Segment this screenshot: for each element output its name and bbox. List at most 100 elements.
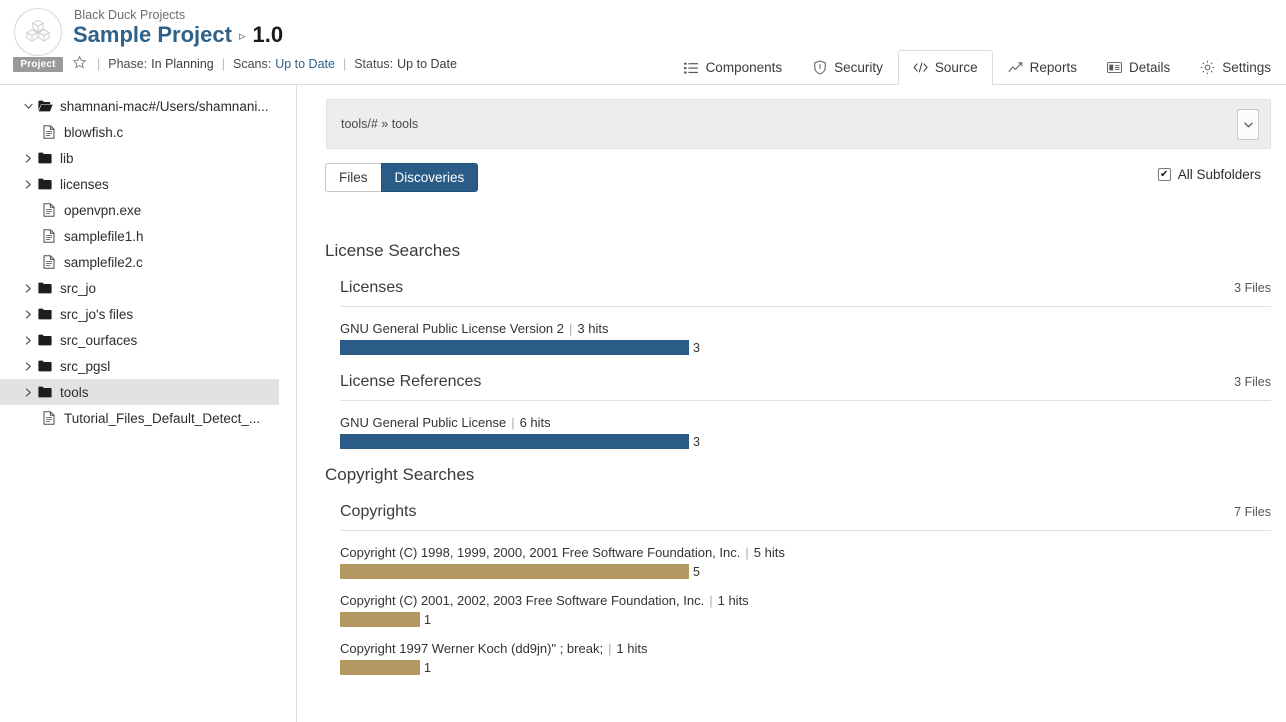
folder-icon — [36, 152, 54, 164]
tree-item-label: shamnani-mac#/Users/shamnani... — [60, 99, 269, 114]
discovery-item: Copyright (C) 2001, 2002, 2003 Free Soft… — [340, 593, 1271, 627]
section-title-copyright-searches: Copyright Searches — [325, 465, 1286, 485]
discovery-item: GNU General Public License|6 hits 3 — [340, 415, 1271, 449]
id-card-icon — [1107, 60, 1122, 75]
tree-item-label: openvpn.exe — [64, 203, 141, 218]
discoveries-content: License Searches Licenses 3 Files GNU Gener… — [298, 225, 1286, 722]
subtab-files[interactable]: Files — [325, 163, 381, 192]
discovery-group: Copyrights 7 Files Copyright (C) 1998, 199… — [340, 503, 1271, 675]
discovery-bar[interactable] — [340, 340, 689, 355]
file-icon — [40, 203, 58, 217]
discovery-item-hits: 1 hits — [616, 641, 647, 656]
chevron-right-icon[interactable] — [20, 284, 36, 293]
group-file-count: 3 Files — [1234, 375, 1271, 389]
label-separator: | — [569, 321, 572, 336]
tree-item-src-pgsl[interactable]: src_pgsl — [0, 353, 296, 379]
view-subtabs: Files Discoveries — [325, 163, 478, 192]
tree-item-label: src_jo's files — [60, 307, 133, 322]
tree-item-samplefile2-c[interactable]: samplefile2.c — [0, 249, 296, 275]
folder-icon — [36, 178, 54, 190]
tree-item-src-jo[interactable]: src_jo — [0, 275, 296, 301]
discovery-bar-row: 3 — [340, 434, 1271, 449]
tree-item-openvpn-exe[interactable]: openvpn.exe — [0, 197, 296, 223]
tree-item-tools[interactable]: tools — [0, 379, 279, 405]
tree-item-shamnani-mac-users-shamnani[interactable]: shamnani-mac#/Users/shamnani... — [0, 93, 296, 119]
discovery-bar[interactable] — [340, 660, 420, 675]
chevron-down-icon[interactable] — [20, 103, 36, 110]
tree-item-label: lib — [60, 151, 74, 166]
scans-value-link[interactable]: Up to Date — [275, 57, 335, 71]
group-name: License References — [340, 373, 481, 391]
tab-components[interactable]: Components — [669, 50, 798, 84]
tab-settings[interactable]: Settings — [1185, 50, 1286, 84]
discovery-item-hits: 5 hits — [754, 545, 785, 560]
tab-reports[interactable]: Reports — [993, 50, 1092, 84]
chevron-right-icon[interactable] — [20, 362, 36, 371]
breadcrumb-projects-link[interactable]: Black Duck Projects — [74, 8, 185, 22]
tab-source[interactable]: Source — [898, 50, 993, 85]
discovery-group: Licenses 3 Files GNU General Public Licens… — [340, 279, 1271, 355]
discovery-item-label: Copyright (C) 1998, 1999, 2000, 2001 Fre… — [340, 545, 1271, 560]
group-name: Licenses — [340, 279, 403, 297]
tree-item-licenses[interactable]: licenses — [0, 171, 296, 197]
code-icon — [913, 60, 928, 75]
tab-settings-label: Settings — [1222, 60, 1271, 75]
tree-item-blowfish-c[interactable]: blowfish.c — [0, 119, 296, 145]
all-subfolders-toggle[interactable]: ✔ All Subfolders — [1158, 167, 1261, 182]
tab-security[interactable]: Security — [797, 50, 898, 84]
discovery-bar[interactable] — [340, 434, 689, 449]
section-title-license-searches: License Searches — [325, 241, 1286, 261]
tree-item-samplefile1-h[interactable]: samplefile1.h — [0, 223, 296, 249]
all-subfolders-checkbox[interactable]: ✔ — [1158, 168, 1171, 181]
file-icon — [40, 125, 58, 139]
tree-item-tutorial-files-default-detect[interactable]: Tutorial_Files_Default_Detect_... — [0, 405, 296, 431]
list-icon — [684, 60, 699, 75]
discovery-item-text: Copyright (C) 1998, 1999, 2000, 2001 Fre… — [340, 545, 740, 560]
favorite-star-icon[interactable] — [72, 55, 87, 73]
chevron-down-icon[interactable] — [1237, 109, 1259, 140]
tree-item-src-jo-s-files[interactable]: src_jo's files — [0, 301, 296, 327]
chevron-right-icon[interactable] — [20, 154, 36, 163]
group-name: Copyrights — [340, 503, 416, 521]
tree-item-label: samplefile2.c — [64, 255, 143, 270]
discovery-item-label: GNU General Public License|6 hits — [340, 415, 1271, 430]
status-label: Status: — [354, 57, 393, 71]
chevron-right-icon[interactable] — [20, 388, 36, 397]
app-header: Project Black Duck Projects Sample Proje… — [0, 0, 1286, 85]
shield-icon — [812, 60, 827, 75]
discovery-bar[interactable] — [340, 564, 689, 579]
tree-item-label: Tutorial_Files_Default_Detect_... — [64, 411, 260, 426]
tab-security-label: Security — [834, 60, 883, 75]
folder-icon — [36, 386, 54, 398]
tree-item-label: samplefile1.h — [64, 229, 144, 244]
discovery-item-text: GNU General Public License Version 2 — [340, 321, 564, 336]
discovery-bar[interactable] — [340, 612, 420, 627]
group-file-count: 7 Files — [1234, 505, 1271, 519]
cubes-icon — [25, 17, 51, 48]
discovery-bar-row: 1 — [340, 612, 1271, 627]
discovery-bar-row: 5 — [340, 564, 1271, 579]
chevron-right-icon[interactable] — [20, 336, 36, 345]
file-icon — [40, 229, 58, 243]
path-bar: tools/# » tools — [326, 99, 1271, 149]
folder-icon — [36, 360, 54, 372]
tree-item-label: tools — [60, 385, 89, 400]
group-file-count: 3 Files — [1234, 281, 1271, 295]
tab-details[interactable]: Details — [1092, 50, 1185, 84]
group-header: License References 3 Files — [340, 373, 1271, 401]
tree-item-lib[interactable]: lib — [0, 145, 296, 171]
tab-components-label: Components — [706, 60, 783, 75]
tree-item-src-ourfaces[interactable]: src_ourfaces — [0, 327, 296, 353]
chevron-right-icon[interactable] — [20, 180, 36, 189]
meta-divider-3: | — [343, 57, 346, 71]
discovery-item-label: GNU General Public License Version 2|3 h… — [340, 321, 1271, 336]
project-type-badge: Project — [13, 57, 63, 72]
subtab-discoveries[interactable]: Discoveries — [381, 163, 479, 192]
label-separator: | — [511, 415, 514, 430]
status-value: Up to Date — [397, 57, 457, 71]
label-separator: | — [608, 641, 611, 656]
project-name-link[interactable]: Sample Project — [73, 22, 232, 48]
folder-icon — [36, 334, 54, 346]
chevron-right-icon[interactable] — [20, 310, 36, 319]
current-path: tools/# » tools — [341, 117, 418, 131]
